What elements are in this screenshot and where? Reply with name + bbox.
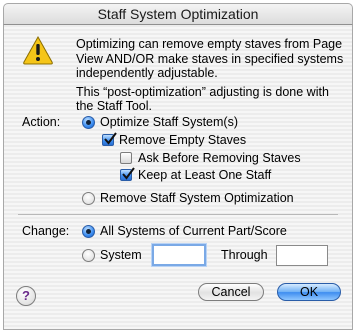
- message-line: View AND/OR make staves in specified sys…: [76, 51, 344, 66]
- remove-empty-checkbox[interactable]: [102, 132, 117, 146]
- optimize-radio-label[interactable]: Optimize Staff System(s): [100, 115, 238, 130]
- ok-button[interactable]: OK: [277, 283, 341, 301]
- message-text: Optimizing can remove empty staves from …: [76, 37, 343, 114]
- optimize-radio[interactable]: [82, 116, 95, 129]
- message-line: the Staff Tool.: [76, 99, 152, 113]
- all-systems-radio[interactable]: [82, 225, 95, 238]
- system-through-field[interactable]: [276, 245, 328, 266]
- remove-optimization-label[interactable]: Remove Staff System Optimization: [100, 191, 294, 206]
- remove-optimization-radio[interactable]: [82, 192, 95, 205]
- ask-before-checkbox[interactable]: [120, 152, 132, 164]
- all-systems-label[interactable]: All Systems of Current Part/Score: [100, 224, 287, 239]
- message-line: This “post-optimization” adjusting is do…: [76, 84, 329, 99]
- change-label: Change:: [22, 224, 70, 238]
- keep-one-label[interactable]: Keep at Least One Staff: [138, 168, 271, 183]
- separator: [18, 214, 338, 215]
- system-from-field[interactable]: [152, 244, 206, 266]
- through-label: Through: [221, 248, 268, 262]
- checkmark-icon: [122, 167, 135, 180]
- remove-empty-label[interactable]: Remove Empty Staves: [119, 133, 246, 148]
- cancel-button[interactable]: Cancel: [198, 283, 264, 301]
- help-button[interactable]: ?: [16, 286, 36, 306]
- keep-one-checkbox[interactable]: [120, 167, 135, 181]
- message-line: independently adjustable.: [76, 66, 218, 80]
- dialog-title: Staff System Optimization: [3, 3, 353, 25]
- warning-icon: [23, 35, 53, 65]
- action-label: Action:: [22, 115, 61, 129]
- dialog-window: Staff System Optimization Optimizing can…: [0, 0, 357, 335]
- ask-before-label[interactable]: Ask Before Removing Staves: [138, 151, 301, 166]
- checkmark-icon: [104, 132, 117, 145]
- system-radio[interactable]: [82, 249, 95, 262]
- message-line: Optimizing can remove empty staves from …: [76, 37, 343, 51]
- system-label[interactable]: System: [100, 248, 142, 263]
